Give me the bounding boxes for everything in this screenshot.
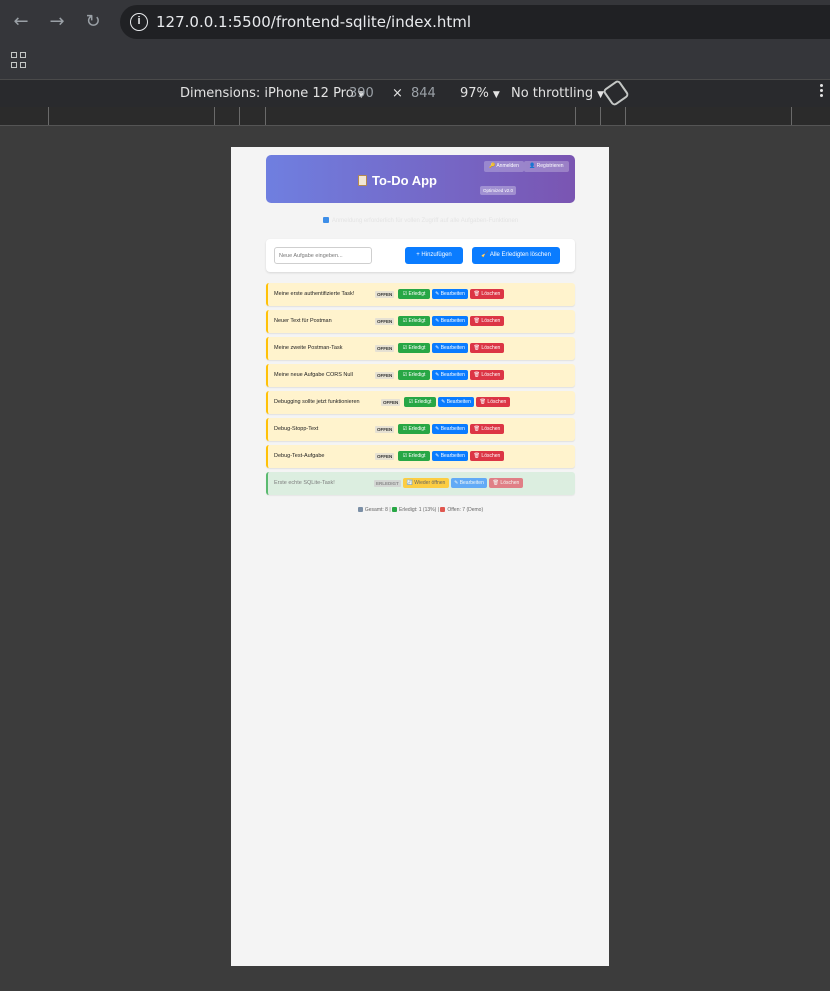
task-item: Meine neue Aufgabe CORS Null OFFEN ☑ Erled… — [266, 364, 575, 387]
zoom-select[interactable]: 97% ▼ — [460, 86, 500, 101]
bookmarks-bar — [0, 44, 830, 80]
task-title: Meine erste authentifizierte Task! — [274, 291, 355, 297]
login-notice: Anmeldung erforderlich für vollen Zugrif… — [266, 217, 575, 224]
edit-button[interactable]: ✎ Bearbeiten — [432, 424, 468, 434]
width-input[interactable]: 390 — [349, 86, 374, 101]
dimension-separator: × — [392, 86, 403, 101]
new-task-input[interactable] — [274, 247, 372, 264]
more-options-icon[interactable] — [820, 84, 824, 99]
page-title: To-Do App — [358, 173, 437, 188]
status-badge: OFFEN — [375, 372, 395, 379]
add-task-button[interactable]: + Hinzufügen — [405, 247, 463, 264]
task-item: Debug-Test-Aufgabe OFFEN ☑ Erledigt ✎ Bearb… — [266, 445, 575, 468]
reload-icon[interactable]: ↻ — [81, 10, 105, 34]
reopen-button[interactable]: 🔄 Wieder öffnen — [403, 478, 449, 488]
complete-button[interactable]: ☑ Erledigt — [398, 316, 430, 326]
delete-button[interactable]: 🗑 Löschen — [470, 451, 504, 461]
edit-button[interactable]: ✎ Bearbeiten — [432, 451, 468, 461]
throttling-select[interactable]: No throttling ▼ — [511, 86, 604, 101]
stats-done: Erledigt: 1 (13%) | — [399, 507, 439, 513]
stats-open: Offen: 7 (Demo) — [447, 507, 484, 513]
back-icon[interactable]: ← — [9, 10, 33, 34]
edit-button[interactable]: ✎ Bearbeiten — [432, 370, 468, 380]
complete-button[interactable]: ☑ Erledigt — [404, 397, 436, 407]
delete-button[interactable]: 🗑 Löschen — [470, 289, 504, 299]
login-button[interactable]: 🔑 Anmelden — [484, 161, 524, 172]
delete-button[interactable]: 🗑 Löschen — [476, 397, 510, 407]
complete-button[interactable]: ☑ Erledigt — [398, 451, 430, 461]
task-title: Debug-Stopp-Text — [274, 426, 319, 432]
delete-button[interactable]: 🗑 Löschen — [470, 424, 504, 434]
task-item: Meine zweite Postman-Task OFFEN ☑ Erledigt… — [266, 337, 575, 360]
edit-button[interactable]: ✎ Bearbeiten — [451, 478, 487, 488]
delete-button[interactable]: 🗑 Löschen — [470, 316, 504, 326]
task-title: Meine zweite Postman-Task — [274, 345, 343, 351]
status-badge: OFFEN — [375, 291, 395, 298]
status-badge: ERLEDIGT — [374, 480, 401, 487]
browser-toolbar: ← → ↻ i 127.0.0.1:5500/frontend-sqlite/i… — [0, 0, 830, 44]
add-task-form: + Hinzufügen 🧹 Alle Erledigten löschen — [266, 239, 575, 272]
task-item: Debug-Stopp-Text OFFEN ☑ Erledigt ✎ Bearbei… — [266, 418, 575, 441]
chevron-down-icon: ▼ — [492, 90, 500, 100]
task-title: Debug-Test-Aufgabe — [274, 453, 325, 459]
edit-button[interactable]: ✎ Bearbeiten — [438, 397, 474, 407]
task-title: Erste echte SQLite-Task! — [274, 480, 335, 486]
stats-total: Gesamt: 8 | — [364, 507, 391, 513]
height-input[interactable]: 844 — [411, 86, 436, 101]
complete-button[interactable]: ☑ Erledigt — [398, 370, 430, 380]
register-button[interactable]: 👤 Registrieren — [524, 161, 569, 172]
clipboard-icon — [358, 175, 367, 186]
task-item: Neuer Text für Postman OFFEN ☑ Erledigt ✎ B… — [266, 310, 575, 333]
status-badge: OFFEN — [375, 453, 395, 460]
complete-button[interactable]: ☑ Erledigt — [398, 289, 430, 299]
status-badge: OFFEN — [375, 345, 395, 352]
info-icon — [322, 217, 329, 223]
task-title: Meine neue Aufgabe CORS Null — [274, 372, 353, 378]
version-badge: Optimized v2.0 — [480, 186, 517, 195]
device-toolbar: Dimensions: iPhone 12 Pro ▼ 390 × 844 97%… — [0, 79, 830, 107]
device-select[interactable]: Dimensions: iPhone 12 Pro ▼ — [180, 86, 365, 101]
task-title: Neuer Text für Postman — [274, 318, 332, 324]
task-item: Debugging sollte jetzt funktionieren OFFE… — [266, 391, 575, 414]
address-bar[interactable]: i 127.0.0.1:5500/frontend-sqlite/index.h… — [120, 5, 830, 39]
rotate-icon[interactable] — [602, 79, 630, 107]
complete-button[interactable]: ☑ Erledigt — [398, 424, 430, 434]
device-viewport: 🔑 Anmelden 👤 Registrieren To-Do App Opti… — [231, 147, 609, 966]
delete-button[interactable]: 🗑 Löschen — [470, 343, 504, 353]
status-badge: OFFEN — [375, 426, 395, 433]
task-title: Debugging sollte jetzt funktionieren — [274, 399, 360, 405]
status-badge: OFFEN — [381, 399, 401, 406]
chart-icon — [357, 507, 363, 512]
app-header: 🔑 Anmelden 👤 Registrieren To-Do App Opti… — [266, 155, 575, 203]
clear-completed-button[interactable]: 🧹 Alle Erledigten löschen — [472, 247, 560, 264]
edit-button[interactable]: ✎ Bearbeiten — [432, 343, 468, 353]
delete-button[interactable]: 🗑 Löschen — [489, 478, 523, 488]
pin-icon — [440, 507, 446, 512]
edit-button[interactable]: ✎ Bearbeiten — [432, 316, 468, 326]
task-stats: Gesamt: 8 | Erledigt: 1 (13%) | Offen: 7… — [266, 507, 575, 513]
check-icon — [392, 507, 398, 512]
complete-button[interactable]: ☑ Erledigt — [398, 343, 430, 353]
status-badge: OFFEN — [375, 318, 395, 325]
url-text[interactable]: 127.0.0.1:5500/frontend-sqlite/index.htm… — [156, 13, 471, 31]
forward-icon[interactable]: → — [45, 10, 69, 34]
site-info-icon[interactable]: i — [130, 13, 148, 31]
task-item: Erste echte SQLite-Task! ERLEDIGT 🔄 Wieder… — [266, 472, 575, 495]
edit-button[interactable]: ✎ Bearbeiten — [432, 289, 468, 299]
task-item: Meine erste authentifizierte Task! OFFEN ☑… — [266, 283, 575, 306]
delete-button[interactable]: 🗑 Löschen — [470, 370, 504, 380]
media-query-ruler — [0, 107, 830, 126]
apps-grid-icon[interactable] — [11, 52, 27, 68]
